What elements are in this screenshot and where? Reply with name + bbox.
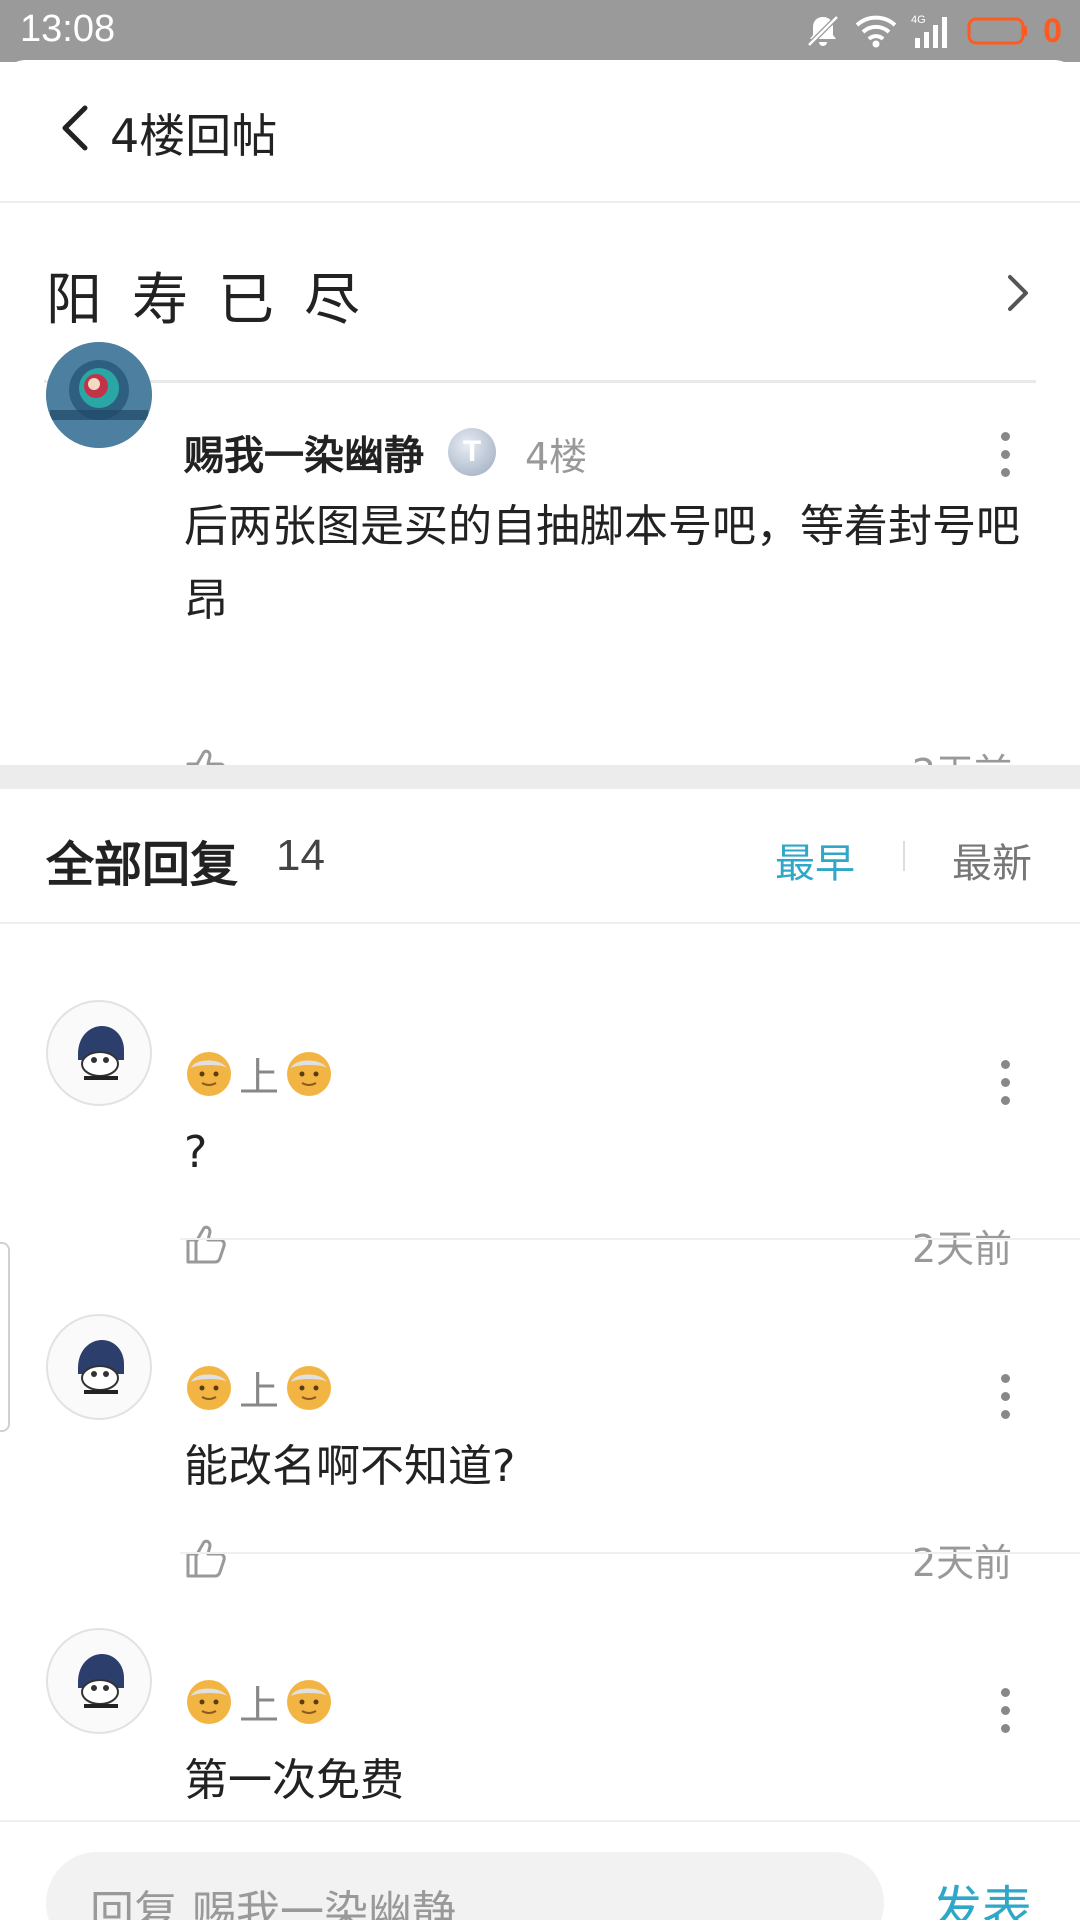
reply-input-bar: 回复 赐我一染幽静 发表: [0, 1820, 1080, 1920]
all-replies-label: 全部回复: [46, 837, 239, 893]
page-title: 4楼回帖: [110, 109, 278, 163]
send-button[interactable]: 发表: [932, 1870, 1032, 1920]
top-bar: 4楼回帖: [0, 60, 1080, 203]
reply-input-placeholder: 回复 赐我一染幽静: [90, 1887, 456, 1920]
more-icon[interactable]: [999, 1374, 1011, 1422]
reply-name-text: 上: [239, 1055, 279, 1101]
reply-time: 2天前: [912, 1227, 1013, 1271]
avatar[interactable]: [46, 1628, 152, 1734]
battery-icon: [967, 17, 1028, 45]
sort-separator: [903, 841, 905, 871]
reply-name-text: 上: [239, 1683, 279, 1729]
reply-input[interactable]: 回复 赐我一染幽静: [46, 1852, 884, 1920]
post-floor: 4楼: [525, 435, 588, 479]
reply-time: 2天前: [912, 1541, 1013, 1585]
status-icons: 4G 0: [805, 10, 1062, 52]
elder-face-icon: [187, 1052, 231, 1096]
status-time: 13:08: [20, 8, 116, 50]
reply-username[interactable]: 上: [185, 1360, 333, 1416]
elder-face-icon: [287, 1366, 331, 1410]
avatar-image: [78, 1026, 124, 1080]
reply-sheet: 4楼回帖 阳寿已尽 赐我一染幽静 T 4楼 后两张图是买的自抽脚本号吧，等着封号…: [0, 60, 1080, 1920]
avatar[interactable]: [46, 1000, 152, 1106]
wifi-icon: [855, 15, 897, 48]
elder-face-icon: [187, 1680, 231, 1724]
like-icon[interactable]: [184, 1222, 228, 1266]
avatar[interactable]: [46, 1314, 152, 1420]
sort-earliest-button[interactable]: 最早: [775, 831, 855, 889]
divider: [180, 1552, 1080, 1554]
more-icon[interactable]: [999, 1060, 1011, 1108]
chevron-right-icon: [1008, 275, 1028, 311]
back-icon[interactable]: [55, 102, 95, 154]
reply-content: 能改名啊不知道?: [184, 1441, 516, 1492]
elder-face-icon: [187, 1366, 231, 1410]
post-username[interactable]: 赐我一染幽静: [184, 423, 424, 481]
status-bar: 13:08 4G 0: [0, 0, 1080, 62]
more-icon[interactable]: [999, 432, 1011, 480]
reply-content: ?: [184, 1127, 208, 1178]
post-content: 后两张图是买的自抽脚本号吧，等着封号吧昂: [184, 501, 1020, 626]
more-icon[interactable]: [999, 1688, 1011, 1736]
avatar-image: [78, 1654, 124, 1708]
thread-title-row[interactable]: 阳寿已尽: [0, 203, 1080, 385]
section-gap: [0, 765, 1080, 789]
svg-text:4G: 4G: [911, 14, 926, 26]
reply-username[interactable]: 上: [185, 1674, 333, 1730]
level-badge: T: [448, 428, 496, 476]
reply-username[interactable]: 上: [185, 1046, 333, 1102]
battery-level: 0: [1043, 11, 1062, 50]
reply-name-text: 上: [239, 1369, 279, 1415]
all-replies-header: 全部回复 14 最早 最新: [0, 789, 1080, 924]
mute-icon: [807, 15, 839, 47]
avatar-image: [46, 342, 152, 448]
reply-count: 14: [276, 831, 325, 880]
side-drawer-handle[interactable]: [0, 1242, 10, 1432]
divider: [44, 380, 1036, 383]
avatar-image: [78, 1340, 124, 1394]
thread-title: 阳寿已尽: [46, 268, 390, 333]
elder-face-icon: [287, 1680, 331, 1724]
reply-content: 第一次免费: [184, 1755, 404, 1806]
sort-newest-button[interactable]: 最新: [952, 831, 1032, 889]
avatar[interactable]: [46, 342, 152, 448]
elder-face-icon: [287, 1052, 331, 1096]
signal-4g-icon: 4G: [911, 14, 948, 48]
like-icon[interactable]: [184, 1536, 228, 1580]
divider: [180, 1238, 1080, 1240]
